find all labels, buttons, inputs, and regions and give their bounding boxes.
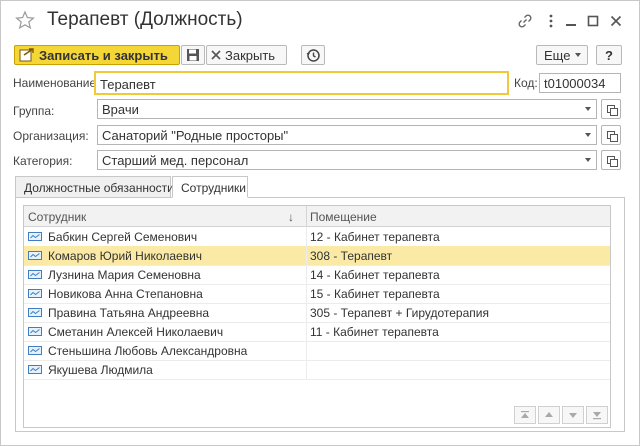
employees-table[interactable]: Сотрудник ↓ Помещение Бабкин Сергей Семе…: [23, 205, 611, 428]
organization-select[interactable]: Санаторий "Родные просторы": [97, 125, 597, 145]
chevron-down-icon[interactable]: [585, 158, 591, 162]
table-row[interactable]: Якушева Людмила: [24, 360, 610, 380]
more-icon[interactable]: [543, 13, 559, 29]
maximize-icon[interactable]: [585, 13, 601, 29]
chevron-down-icon[interactable]: [585, 133, 591, 137]
employee-name: Сметанин Алексей Николаевич: [48, 325, 224, 339]
close-button-label: Закрыть: [225, 47, 276, 63]
employee-name: Лузнина Мария Семеновна: [48, 268, 201, 282]
close-x-icon: [211, 50, 221, 60]
tab-duties[interactable]: Должностные обязанности: [15, 176, 174, 198]
code-input[interactable]: t01000034: [539, 73, 621, 93]
table-row[interactable]: Лузнина Мария Семеновна 14 - Кабинет тера…: [24, 265, 610, 285]
name-label: Наименование:: [13, 76, 100, 90]
floppy-disk-icon: [187, 49, 199, 61]
last-icon: [593, 412, 601, 420]
employee-name: Стеньшина Любовь Александровна: [48, 344, 248, 358]
star-icon[interactable]: [15, 10, 35, 30]
sort-indicator[interactable]: ↓: [288, 210, 294, 224]
save-and-close-button[interactable]: Записать и закрыть: [14, 45, 180, 65]
help-button[interactable]: ?: [596, 45, 622, 65]
column-header-room[interactable]: Помещение: [310, 210, 377, 224]
history-button[interactable]: [301, 45, 325, 65]
employee-icon: [28, 251, 42, 260]
employee-name: Бабкин Сергей Семенович: [48, 230, 198, 244]
table-row[interactable]: Стеньшина Любовь Александровна: [24, 341, 610, 361]
table-row[interactable]: Сметанин Алексей Николаевич 11 - Кабинет …: [24, 322, 610, 342]
room-name: 305 - Терапевт + Гирудотерапия: [310, 306, 489, 320]
history-icon: [306, 49, 320, 62]
employee-name: Якушева Людмила: [48, 363, 153, 377]
employee-name: Комаров Юрий Николаевич: [48, 249, 203, 263]
close-button[interactable]: Закрыть: [206, 45, 287, 65]
code-input-value: t01000034: [544, 76, 606, 91]
form-window: Терапевт (Должность) Записать и закрыть: [0, 0, 640, 446]
group-select[interactable]: Врачи: [97, 99, 597, 119]
room-name: 12 - Кабинет терапевта: [310, 230, 440, 244]
room-name: 15 - Кабинет терапевта: [310, 287, 440, 301]
group-open-button[interactable]: [601, 99, 621, 119]
down-icon: [569, 413, 577, 418]
name-input[interactable]: Терапевт: [94, 71, 509, 95]
scroll-down-button[interactable]: [562, 406, 584, 424]
table-header: Сотрудник ↓ Помещение: [24, 206, 610, 227]
save-and-close-label: Записать и закрыть: [39, 47, 168, 63]
group-label: Группа:: [13, 104, 55, 118]
employee-icon: [28, 346, 42, 355]
column-header-employee[interactable]: Сотрудник: [28, 210, 86, 224]
title-bar: Терапевт (Должность): [1, 1, 639, 41]
category-select-value: Старший мед. персонал: [102, 153, 249, 168]
employee-icon: [28, 365, 42, 374]
first-icon: [521, 411, 529, 418]
organization-label: Организация:: [13, 129, 89, 143]
table-row[interactable]: Бабкин Сергей Семенович 12 - Кабинет тера…: [24, 227, 610, 247]
organization-select-value: Санаторий "Родные просторы": [102, 128, 289, 143]
category-open-button[interactable]: [601, 150, 621, 170]
organization-open-button[interactable]: [601, 125, 621, 145]
more-button[interactable]: Еще: [536, 45, 588, 65]
minimize-icon[interactable]: [563, 13, 579, 29]
table-row[interactable]: Новикова Анна Степановна 15 - Кабинет тер…: [24, 284, 610, 304]
link-icon[interactable]: [517, 13, 533, 29]
code-label: Код:: [514, 76, 538, 90]
employee-name: Правина Татьяна Андреевна: [48, 306, 210, 320]
room-name: 14 - Кабинет терапевта: [310, 268, 440, 282]
scroll-first-button[interactable]: [514, 406, 536, 424]
chevron-down-icon: [575, 53, 582, 57]
category-label: Категория:: [13, 154, 73, 168]
employee-icon: [28, 289, 42, 298]
save-button[interactable]: [181, 45, 205, 65]
save-close-icon: [19, 48, 34, 62]
up-icon: [545, 412, 553, 417]
more-button-label: Еще: [544, 47, 571, 63]
employee-icon: [28, 270, 42, 279]
employee-name: Новикова Анна Степановна: [48, 287, 203, 301]
table-row[interactable]: Комаров Юрий Николаевич 308 - Терапевт: [24, 246, 610, 266]
employee-icon: [28, 327, 42, 336]
category-select[interactable]: Старший мед. персонал: [97, 150, 597, 170]
table-row[interactable]: Правина Татьяна Андреевна 305 - Терапевт …: [24, 303, 610, 323]
window-title: Терапевт (Должность): [47, 9, 243, 30]
tab-employees-label: Сотрудники: [181, 181, 246, 195]
tab-duties-label: Должностные обязанности: [24, 181, 174, 195]
scroll-up-button[interactable]: [538, 406, 560, 424]
name-input-value: Терапевт: [100, 77, 156, 92]
room-name: 308 - Терапевт: [310, 249, 393, 263]
tab-employees[interactable]: Сотрудники: [172, 176, 248, 198]
group-select-value: Врачи: [102, 102, 139, 117]
scroll-last-button[interactable]: [586, 406, 608, 424]
help-button-label: ?: [605, 47, 613, 63]
employee-icon: [28, 232, 42, 241]
close-icon[interactable]: [608, 13, 624, 29]
chevron-down-icon[interactable]: [585, 107, 591, 111]
room-name: 11 - Кабинет терапевта: [310, 325, 439, 339]
employee-icon: [28, 308, 42, 317]
